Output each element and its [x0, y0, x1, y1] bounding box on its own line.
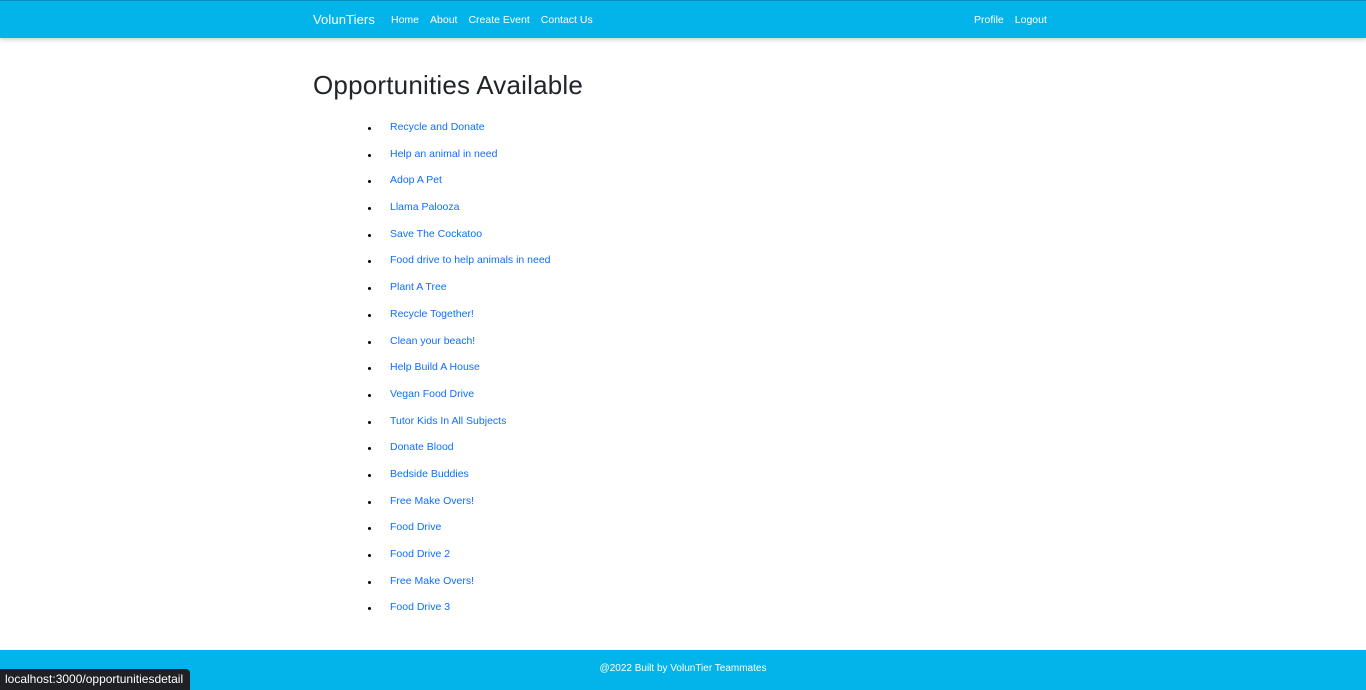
bullet-icon — [368, 260, 371, 264]
opportunity-link[interactable]: Free Make Overs! — [390, 575, 474, 587]
nav-about-link[interactable]: About — [430, 14, 457, 26]
bullet-icon — [368, 127, 371, 130]
bullet-icon — [368, 393, 371, 397]
opportunity-link[interactable]: Food Drive 3 — [390, 601, 450, 613]
opportunity-link[interactable]: Donate Blood — [390, 441, 454, 453]
opportunity-link[interactable]: Help an animal in need — [390, 148, 497, 160]
footer: @2022 Built by VolunTier Teammates — [0, 650, 1366, 690]
bullet-icon — [368, 367, 371, 371]
opportunity-link[interactable]: Food drive to help animals in need — [390, 254, 551, 266]
nav-logout-link[interactable]: Logout — [1015, 14, 1047, 26]
opportunity-link[interactable]: Adop A Pet — [390, 174, 442, 186]
bullet-icon — [368, 607, 371, 611]
bullet-icon — [368, 153, 371, 157]
opportunity-link[interactable]: Llama Palooza — [390, 201, 459, 213]
bullet-icon — [368, 287, 371, 291]
opportunity-link[interactable]: Free Make Overs! — [390, 495, 474, 507]
browser-status-bar: localhost:3000/opportunitiesdetail — [0, 669, 191, 690]
bullet-icon — [368, 500, 371, 504]
bullet-icon — [368, 207, 371, 211]
bullet-icon — [368, 233, 371, 237]
nav-profile-link[interactable]: Profile — [974, 14, 1004, 26]
opportunity-link[interactable]: Tutor Kids In All Subjects — [390, 415, 506, 427]
nav-home-link[interactable]: Home — [391, 14, 419, 26]
nav-right-links: Profile Logout — [974, 14, 1058, 26]
bullet-icon — [368, 420, 371, 424]
opportunity-link[interactable]: Food Drive 2 — [390, 548, 450, 560]
opportunity-link[interactable]: Bedside Buddies — [390, 468, 469, 480]
bullet-icon — [368, 340, 371, 344]
brand-link[interactable]: VolunTiers — [313, 12, 375, 27]
bullet-icon — [368, 180, 371, 184]
bullet-icon — [368, 473, 371, 477]
opportunity-link[interactable]: Clean your beach! — [390, 335, 475, 347]
opportunity-link[interactable]: Vegan Food Drive — [390, 388, 474, 400]
bullet-icon — [368, 313, 371, 317]
page-title: Opportunities Available — [313, 70, 584, 100]
nav-contact-us-link[interactable]: Contact Us — [541, 14, 593, 26]
top-navbar: VolunTiers Home About Create Event Conta… — [0, 0, 1366, 38]
opportunity-link[interactable]: Save The Cockatoo — [390, 228, 482, 240]
bullet-icon — [368, 580, 371, 584]
footer-text: @2022 Built by VolunTier Teammates — [599, 663, 767, 674]
opportunity-link[interactable]: Plant A Tree — [390, 281, 447, 293]
opportunity-link[interactable]: Recycle Together! — [390, 308, 474, 320]
bullet-icon — [368, 554, 371, 557]
nav-left-links: Home About Create Event Contact Us — [391, 14, 604, 26]
bullet-icon — [368, 527, 371, 531]
nav-create-event-link[interactable]: Create Event — [468, 14, 529, 26]
bullet-icon — [368, 447, 371, 451]
opportunity-link[interactable]: Recycle and Donate — [390, 121, 485, 133]
opportunity-link[interactable]: Help Build A House — [390, 361, 480, 373]
opportunity-link[interactable]: Food Drive — [390, 521, 441, 533]
